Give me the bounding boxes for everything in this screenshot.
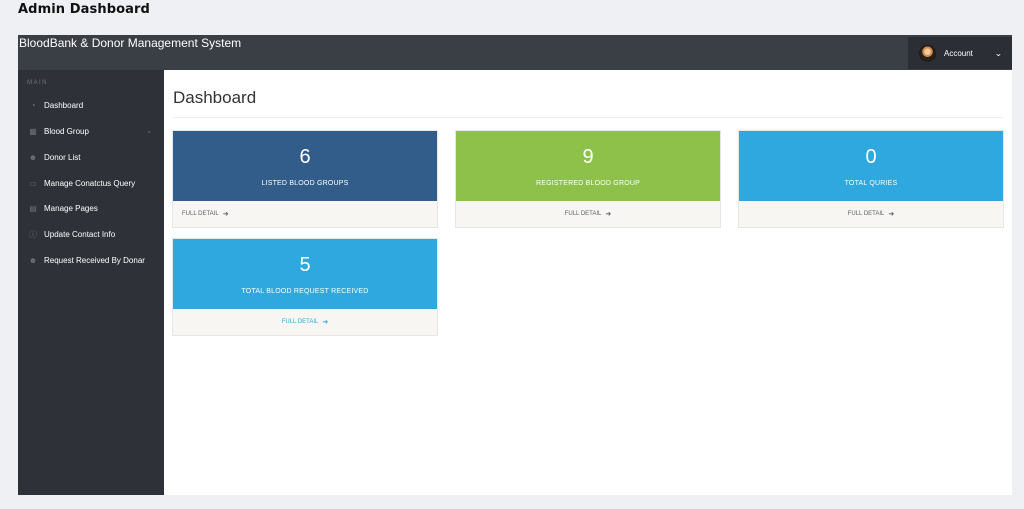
brand-title[interactable]: BloodBank & Donor Management System (19, 36, 241, 50)
stat-card-registered-blood-group: 9 REGISTERED BLOOD GROUP FULL DETAIL ➜ (456, 131, 720, 227)
sidebar-item-donor-list[interactable]: ☻ Donor List (18, 147, 164, 167)
users-icon: ☻ (28, 152, 38, 162)
card-value: 9 (582, 146, 594, 168)
full-detail-label: FULL DETAIL (564, 211, 602, 217)
app-window: BloodBank & Donor Management System Acco… (18, 35, 1012, 495)
dashboard-icon: ◔ (30, 100, 36, 110)
sidebar: MAIN ◔ Dashboard ▦ Blood Group ⌄ ☻ Donor… (18, 70, 164, 495)
sidebar-item-manage-pages[interactable]: ▤ Manage Pages (18, 198, 164, 218)
table-icon: ▦ (29, 126, 37, 136)
arrow-right-icon: ➜ (222, 211, 229, 218)
chevron-down-icon: ⌄ (994, 48, 1003, 58)
card-value: 0 (865, 146, 877, 168)
full-detail-link[interactable]: FULL DETAIL ➜ (739, 201, 1003, 227)
card-label: REGISTERED BLOOD GROUP (536, 180, 640, 187)
main-content: Dashboard 6 LISTED BLOOD GROUPS FULL DET… (164, 70, 1012, 495)
desktop-icon: ▭ (29, 178, 37, 188)
stat-card-total-quries: 0 TOTAL QURIES FULL DETAIL ➜ (739, 131, 1003, 227)
file-icon: ▤ (29, 203, 37, 213)
card-panel: 6 LISTED BLOOD GROUPS (173, 131, 437, 201)
full-detail-label: FULL DETAIL (182, 211, 219, 217)
account-menu[interactable]: Account ⌄ (908, 37, 1012, 69)
sidebar-item-manage-contactus-query[interactable]: ▭ Manage Conatctus Query (18, 173, 164, 193)
avatar (919, 44, 936, 62)
sidebar-item-label: Manage Pages (44, 203, 98, 213)
card-label: TOTAL BLOOD REQUEST RECEIVED (241, 288, 369, 295)
sidebar-item-update-contact-info[interactable]: ⓘ Update Contact Info (18, 224, 164, 244)
card-label: LISTED BLOOD GROUPS (261, 180, 349, 187)
full-detail-link[interactable]: FULL DETAIL ➜ (456, 201, 720, 227)
full-detail-label: FULL DETAIL (281, 319, 319, 325)
sidebar-item-label: Donor List (44, 152, 81, 162)
account-label: Account (944, 48, 973, 58)
page-title: Dashboard (173, 88, 257, 107)
sidebar-item-request-received-by-donar[interactable]: ☻ Request Received By Donar (18, 250, 164, 270)
page-heading: Admin Dashboard (18, 2, 150, 17)
full-detail-link[interactable]: FULL DETAIL ➜ (173, 309, 437, 335)
sidebar-item-label: Request Received By Donar (44, 255, 145, 265)
sidebar-item-dashboard[interactable]: ◔ Dashboard (18, 95, 164, 115)
card-value: 5 (299, 254, 311, 276)
card-panel: 9 REGISTERED BLOOD GROUP (456, 131, 720, 201)
full-detail-label: FULL DETAIL (847, 211, 885, 217)
card-label: TOTAL QURIES (844, 180, 898, 187)
users-icon: ☻ (28, 255, 38, 265)
top-navbar: BloodBank & Donor Management System Acco… (18, 35, 1012, 70)
chevron-down-icon: ⌄ (146, 128, 152, 135)
sidebar-item-label: Blood Group (44, 126, 89, 136)
title-divider (173, 117, 1003, 118)
sidebar-item-label: Dashboard (44, 100, 84, 110)
card-panel: 0 TOTAL QURIES (739, 131, 1003, 201)
sidebar-section-label: MAIN (27, 80, 48, 86)
stat-card-listed-blood-groups: 6 LISTED BLOOD GROUPS FULL DETAIL ➜ (173, 131, 437, 227)
arrow-right-icon: ➜ (322, 319, 329, 326)
arrow-right-icon: ➜ (888, 211, 895, 218)
sidebar-item-blood-group[interactable]: ▦ Blood Group ⌄ (18, 121, 164, 141)
sidebar-item-label: Manage Conatctus Query (44, 178, 136, 188)
card-value: 6 (299, 146, 311, 168)
arrow-right-icon: ➜ (605, 211, 612, 218)
full-detail-link[interactable]: FULL DETAIL ➜ (173, 201, 437, 227)
sidebar-item-label: Update Contact Info (44, 229, 116, 239)
info-icon: ⓘ (29, 229, 37, 239)
card-panel: 5 TOTAL BLOOD REQUEST RECEIVED (173, 239, 437, 309)
stat-card-total-blood-request: 5 TOTAL BLOOD REQUEST RECEIVED FULL DETA… (173, 239, 437, 335)
